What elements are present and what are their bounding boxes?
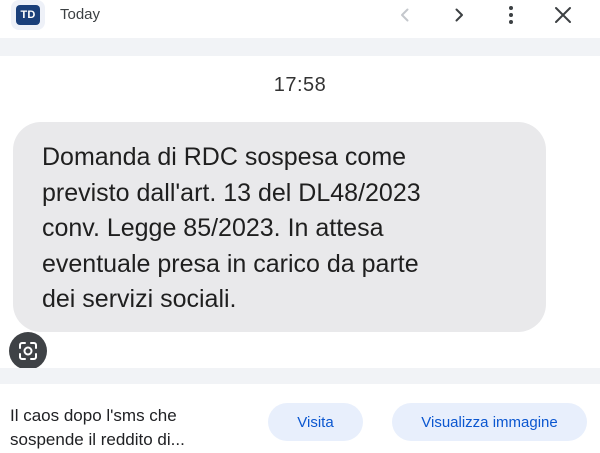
site-logo[interactable]: TD	[11, 0, 45, 30]
sms-line: Domanda di RDC sospesa come	[42, 143, 407, 171]
sms-line: conv. Legge 85/2023. In attesa	[42, 214, 384, 242]
result-caption[interactable]: Il caos dopo l'sms che sospende il reddi…	[10, 404, 250, 452]
divider-band	[0, 38, 600, 56]
close-button[interactable]	[550, 2, 576, 28]
site-logo-mark: TD	[16, 5, 40, 25]
sms-line: eventuale presa in carico da parte	[42, 249, 419, 278]
visit-button[interactable]: Visita	[268, 403, 363, 441]
chevron-left-icon	[401, 8, 409, 22]
next-button[interactable]	[446, 2, 472, 28]
caption-line: sospende il reddito di...	[10, 430, 185, 449]
close-icon	[555, 7, 571, 23]
prev-button[interactable]	[392, 2, 418, 28]
site-name[interactable]: Today	[60, 6, 100, 23]
more-options-button[interactable]	[498, 2, 524, 28]
sms-message: Domanda di RDC sospesa come previsto dal…	[42, 140, 532, 318]
lens-search-button[interactable]	[9, 332, 47, 370]
lens-search-icon	[19, 342, 37, 360]
sms-line: dei servizi sociali.	[42, 285, 237, 313]
sms-line: previsto dall'art. 13 del DL48/2023	[42, 178, 421, 207]
view-image-button[interactable]: Visualizza immagine	[392, 403, 587, 441]
sms-timestamp: 17:58	[273, 74, 327, 96]
caption-line: Il caos dopo l'sms che	[10, 406, 177, 425]
chevron-right-icon	[455, 8, 463, 22]
more-vert-icon	[509, 6, 513, 24]
header-bar: TD Today	[0, 0, 600, 38]
divider-band	[0, 368, 600, 384]
